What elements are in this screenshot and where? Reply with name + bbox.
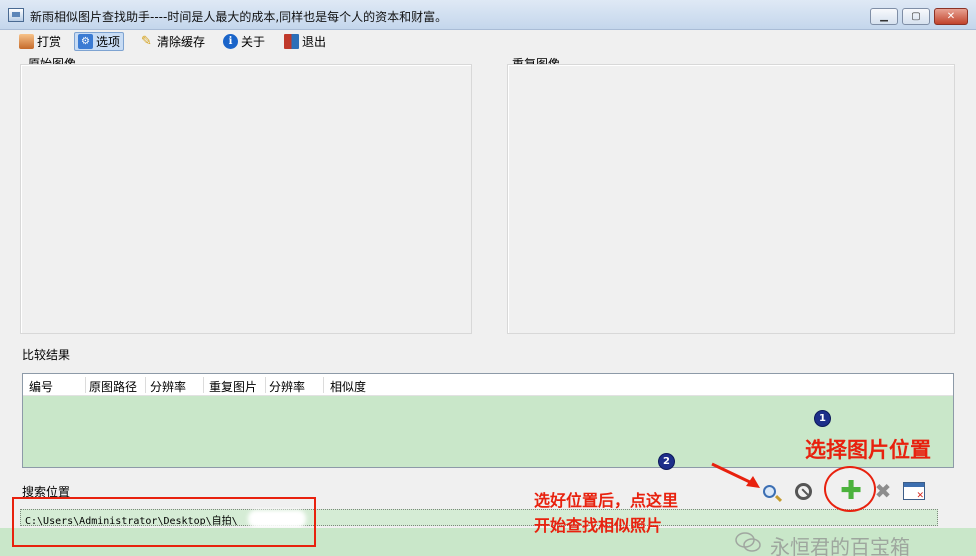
stop-icon xyxy=(794,482,812,500)
broom-icon: ✎ xyxy=(141,34,152,49)
column-header-duplicate[interactable]: 重复图片 xyxy=(209,378,257,395)
delete-icon: ✖ xyxy=(874,479,892,503)
results-header: 编号 原图路径 分辨率 重复图片 分辨率 相似度 xyxy=(23,374,953,396)
menu-item-about[interactable]: i 关于 xyxy=(220,32,268,51)
step-1-badge: 1 xyxy=(814,410,831,427)
maximize-icon: ▢ xyxy=(911,11,921,22)
window-title: 新雨相似图片查找助手----时间是人最大的成本,同样也是每个人的资本和财富。 xyxy=(30,10,448,24)
watermark: 永恒君的百宝箱 xyxy=(770,535,910,556)
column-header-original-path[interactable]: 原图路径 xyxy=(89,378,137,395)
options-icon: ⚙ xyxy=(78,34,93,49)
results-label: 比较结果 xyxy=(22,348,71,362)
close-panel-button[interactable] xyxy=(903,480,925,502)
maximize-button[interactable]: ▢ xyxy=(902,8,930,25)
menu-item-label: 退出 xyxy=(302,35,327,49)
menu-item-label: 清除缓存 xyxy=(157,35,206,49)
menu-item-reward[interactable]: 打赏 xyxy=(16,32,64,51)
menu-item-label: 关于 xyxy=(241,35,266,49)
menu-item-clear-cache[interactable]: ✎ 清除缓存 xyxy=(136,32,208,51)
arrow-icon xyxy=(711,462,760,488)
title-bar: 新雨相似图片查找助手----时间是人最大的成本,同样也是每个人的资本和财富。 ▁… xyxy=(0,0,976,30)
wechat-icon xyxy=(735,532,761,552)
original-image-panel xyxy=(20,64,472,334)
duplicate-image-panel xyxy=(507,64,955,334)
minimize-icon: ▁ xyxy=(880,11,888,22)
close-window-button[interactable]: ✕ xyxy=(934,8,968,25)
menu-item-label: 打赏 xyxy=(37,35,62,49)
step-2-annotation-line1: 选好位置后，点这里 xyxy=(534,491,679,510)
reward-icon xyxy=(19,34,34,49)
column-separator[interactable] xyxy=(85,377,86,393)
column-header-similarity[interactable]: 相似度 xyxy=(330,378,366,395)
step-2-badge: 2 xyxy=(658,453,675,470)
menu-item-options[interactable]: ⚙ 选项 xyxy=(74,32,125,51)
window-close-icon xyxy=(903,482,925,501)
menu-item-label: 选项 xyxy=(96,35,121,49)
column-header-id[interactable]: 编号 xyxy=(29,378,53,395)
step-1-annotation: 选择图片位置 xyxy=(805,438,931,462)
info-icon: i xyxy=(223,34,238,49)
app-icon xyxy=(8,8,24,22)
menu-item-exit[interactable]: 退出 xyxy=(281,32,329,51)
column-header-resolution[interactable]: 分辨率 xyxy=(150,378,186,395)
minimize-button[interactable]: ▁ xyxy=(870,8,898,25)
column-header-resolution-2[interactable]: 分辨率 xyxy=(269,378,305,395)
app-window: 新雨相似图片查找助手----时间是人最大的成本,同样也是每个人的资本和财富。 ▁… xyxy=(0,0,976,556)
column-separator[interactable] xyxy=(203,377,204,393)
menu-bar: 打赏 ⚙ 选项 ✎ 清除缓存 i 关于 退出 xyxy=(0,30,976,52)
step-2-annotation-line2: 开始查找相似照片 xyxy=(534,516,663,535)
column-separator[interactable] xyxy=(145,377,146,393)
highlight-ellipse xyxy=(824,466,876,512)
exit-icon xyxy=(284,34,299,49)
column-separator[interactable] xyxy=(323,377,324,393)
close-icon: ✕ xyxy=(946,11,956,22)
stop-button[interactable] xyxy=(792,480,814,502)
magnifier-icon xyxy=(762,484,776,498)
highlight-rectangle xyxy=(12,497,316,547)
column-separator[interactable] xyxy=(265,377,266,393)
